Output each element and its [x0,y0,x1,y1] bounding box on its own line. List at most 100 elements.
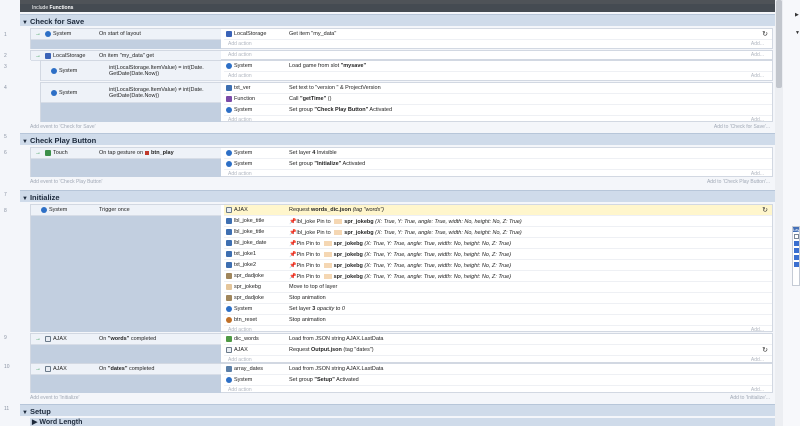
event-on-start-of-layout[interactable]: → System On start of layout LocalStorage … [30,28,773,49]
collapse-triangle-icon[interactable]: ▼ [22,410,28,416]
line-number: 7 [4,192,7,198]
condition-row[interactable]: → AJAX On "words" completed [31,334,221,345]
collapse-triangle-icon[interactable]: ▼ [22,139,28,145]
add-action-link[interactable]: Add action [228,387,252,395]
action-row[interactable]: LocalStorage Get item "my_data" ↻ [224,29,772,40]
add-action-row[interactable]: Add action Add... [224,170,772,179]
action-object: System [234,150,253,156]
subevent-different-date[interactable]: System int(LocalStorage.ItemValue) ≠ int… [40,82,773,123]
condition-row[interactable]: System int(LocalStorage.ItemValue) = int… [41,61,221,81]
add-more-link[interactable]: Add... [751,52,764,60]
add-action-row[interactable]: Add action Add... [224,40,772,49]
line-number: 2 [4,53,7,59]
event-trigger-once[interactable]: System Trigger once AJAX Request words_di… [30,204,773,333]
add-event-row[interactable]: Add event to 'Check for Save' Add to 'Che… [30,124,773,130]
collapse-triangle-icon[interactable]: ▼ [22,20,28,26]
action-text: Load from JSON string AJAX.LastData [289,336,384,342]
action-row[interactable]: array_dates Load from JSON string AJAX.L… [224,364,772,375]
action-row[interactable]: System Set layer 3 opacity to 0 [224,304,772,315]
add-action-link[interactable]: Add action [228,73,252,81]
add-more-link[interactable]: Add... [751,41,764,49]
group-initialize[interactable]: ▼ Initialize [20,190,775,202]
action-text: Set text to "version " & ProjectVersion [289,85,381,91]
system-gear-icon [226,161,232,167]
action-row[interactable]: spr_jokebg Move to top of layer [224,282,772,293]
condition-row[interactable]: → System On start of layout [31,29,221,40]
action-row[interactable]: System Set layer 4 Invisible [224,148,772,159]
add-more-link[interactable]: Add... [751,387,764,395]
gear-object-icon [226,306,232,312]
layer-visibility-checkbox[interactable] [794,248,799,253]
scrollbar-thumb[interactable] [776,0,782,88]
layer-visibility-checkbox[interactable] [794,241,799,246]
action-row[interactable]: System Set group "Initialize" Activated [224,159,772,170]
add-event-row[interactable]: Add event to 'Initialize' Add to 'Initial… [30,395,773,401]
action-row[interactable]: System Load game from slot "mysave" [224,61,772,72]
add-event-link[interactable]: Add event to 'Initialize' [30,395,79,401]
action-row[interactable]: spr_dadjoke Stop animation [224,293,772,304]
action-row[interactable]: dic_words Load from JSON string AJAX.Las… [224,334,772,345]
condition-row[interactable]: System Trigger once [31,205,221,216]
action-object: LocalStorage [234,31,267,37]
event-dates-completed[interactable]: → AJAX On "dates" completed array_dates L… [30,363,773,393]
group-check-for-save[interactable]: ▼ Check for Save [20,14,775,26]
condition-object: System [59,67,78,74]
action-row[interactable]: txt_joke2 📌Pin Pin to spr_jokebg (X: True… [224,260,772,271]
subevent-same-date[interactable]: System int(LocalStorage.ItemValue) = int… [40,60,773,81]
add-more-link[interactable]: Add... [751,171,764,179]
add-to-group-link[interactable]: Add to 'Check for Save'... [714,124,770,130]
action-row[interactable]: AJAX Request Output.json (tag "dates") ↻ [224,345,772,356]
action-row[interactable]: txt_joke1 📌Pin Pin to spr_jokebg (X: True… [224,249,772,260]
condition-row[interactable]: → Touch On tap gesture on btn_play [31,148,221,159]
add-action-link[interactable]: Add action [228,52,252,60]
group-word-length[interactable]: ▶ Word Length [30,418,775,426]
add-action-row[interactable]: Add action Add... [224,72,772,81]
layer-visibility-checkbox[interactable] [794,262,799,267]
add-action-row[interactable]: Add action Add... [224,51,772,60]
action-row[interactable]: System Set group "Setup" Activated [224,375,772,386]
action-row[interactable]: btn_reset Stop animation [224,315,772,326]
add-event-link[interactable]: Add event to 'Check for Save' [30,124,96,130]
event-tap-play[interactable]: → Touch On tap gesture on btn_play System … [30,147,773,177]
add-event-link[interactable]: Add event to 'Check Play Button' [30,179,103,185]
action-row[interactable]: lbl_joke_title 📌lbl_joke Pin to spr_jokeb… [224,216,772,227]
action-row[interactable]: txt_ver Set text to "version " & Project… [224,83,772,94]
action-row[interactable]: AJAX Request words_dic.json (tag "words")… [224,205,772,216]
add-action-link[interactable]: Add action [228,41,252,49]
action-object: lbl_joke_date [234,240,267,246]
condition-row[interactable]: → AJAX On "dates" completed [31,364,221,375]
action-row[interactable]: Function Call "getTime" () [224,94,772,105]
add-more-link[interactable]: Add... [751,73,764,81]
action-row[interactable]: lbl_joke_date 📌Pin Pin to spr_jokebg (X: … [224,238,772,249]
event-conditions: → AJAX On "dates" completed [31,364,221,393]
event-actions: array_dates Load from JSON string AJAX.L… [224,364,772,395]
collapse-triangle-icon[interactable]: ▼ [22,196,28,202]
action-text: Stop animation [289,295,326,301]
add-action-row[interactable]: Add action Add... [224,386,772,395]
group-check-play-button[interactable]: ▼ Check Play Button [20,133,775,145]
text-object-icon [226,229,232,235]
action-text-suffix: (tag "words") [351,207,385,213]
layer-visibility-checkbox[interactable] [794,255,799,260]
action-row[interactable]: System Set group "Check Play Button" Act… [224,105,772,116]
action-row[interactable]: spr_dadjoke 📌Pin Pin to spr_jokebg (X: Tr… [224,271,772,282]
add-to-group-link[interactable]: Add to 'Check Play Button'... [707,179,770,185]
layer-visibility-checkbox[interactable] [794,234,799,239]
expand-triangle-icon[interactable]: ▶ [32,419,37,426]
add-action-link[interactable]: Add action [228,171,252,179]
action-text: Stop animation [289,317,326,323]
condition-text: int(LocalStorage.ItemValue) = int(Date. … [109,64,204,77]
panel-collapse-icon[interactable]: ▼ [795,30,800,36]
condition-row[interactable]: System int(LocalStorage.ItemValue) ≠ int… [41,83,221,103]
event-words-completed[interactable]: → AJAX On "words" completed dic_words Loa… [30,333,773,363]
group-setup[interactable]: ▼ Setup [20,404,775,416]
event-on-item-get[interactable]: → LocalStorage On item "my_data" get Add … [30,50,773,61]
condition-object: System [49,207,68,213]
add-to-group-link[interactable]: Add to 'Initialize'... [730,395,770,401]
action-row[interactable]: lbl_joke_title 📌lbl_joke Pin to spr_jokeb… [224,227,772,238]
panel-expand-icon[interactable]: ▶ [795,12,799,18]
async-refresh-icon: ↻ [762,207,768,214]
add-event-row[interactable]: Add event to 'Check Play Button' Add to '… [30,179,773,185]
action-object: btn_reset [234,317,257,323]
include-row[interactable]: Include Functions [20,4,775,12]
